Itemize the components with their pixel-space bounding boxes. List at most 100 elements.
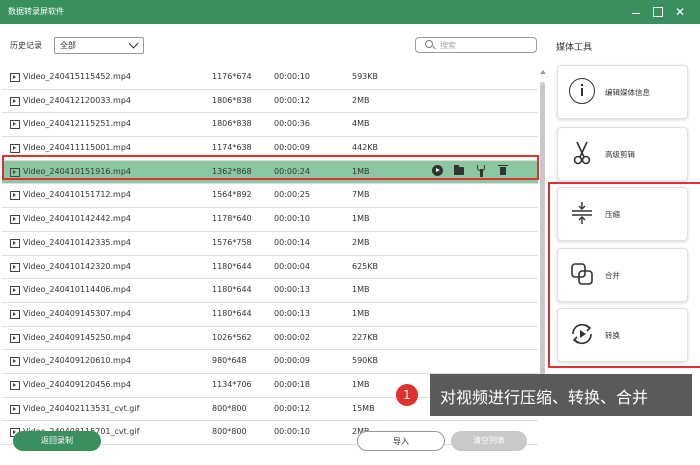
file-name: Video_240409145250.mp4 xyxy=(23,332,131,342)
file-duration: 00:00:09 xyxy=(274,143,310,153)
video-icon xyxy=(10,404,20,414)
file-resolution: 1178*640 xyxy=(212,214,252,224)
table-row[interactable]: Video_240415115452.mp4 1176*674 00:00:10 59… xyxy=(2,66,538,90)
file-size: 227KB xyxy=(352,332,379,342)
table-row[interactable]: Video_240410114406.mp4 1180*644 00:00:13 1M… xyxy=(2,279,538,303)
file-size: 1MB xyxy=(352,214,370,224)
file-size: 7MB xyxy=(352,190,370,200)
file-size: 442KB xyxy=(352,143,379,153)
video-icon xyxy=(10,286,20,296)
file-resolution: 1134*706 xyxy=(212,379,252,389)
file-duration: 00:00:04 xyxy=(274,261,310,271)
video-icon xyxy=(10,380,20,390)
video-icon xyxy=(10,215,20,225)
file-size: 590KB xyxy=(352,356,379,366)
tool-card-edit-info[interactable]: 编辑媒体信息 xyxy=(557,65,688,119)
file-size: 2MB xyxy=(352,95,370,105)
file-duration: 00:00:14 xyxy=(274,237,310,247)
file-name: Video_240409120456.mp4 xyxy=(23,379,131,389)
file-duration: 00:00:36 xyxy=(274,119,310,129)
table-row[interactable]: Video_240410151712.mp4 1564*892 00:00:25 7M… xyxy=(2,184,538,209)
video-icon xyxy=(10,144,20,154)
scissors-icon xyxy=(573,141,591,165)
table-row[interactable]: Video_240412115251.mp4 1806*838 00:00:36 4M… xyxy=(2,113,538,138)
table-row[interactable]: Video_240412120033.mp4 1806*838 00:00:12 2M… xyxy=(2,90,538,114)
tool-card-advanced-cut[interactable]: 高级剪辑 xyxy=(557,127,688,181)
file-duration: 00:00:13 xyxy=(274,308,310,318)
scroll-up-icon[interactable] xyxy=(540,70,546,74)
minimize-icon[interactable] xyxy=(628,4,644,20)
file-size: 15MB xyxy=(352,403,375,413)
title-bar: 数据转录屏软件 ✕ xyxy=(0,0,700,24)
video-icon xyxy=(10,191,20,201)
import-button[interactable]: 导入 xyxy=(357,431,445,451)
history-label: 历史记录 xyxy=(10,41,42,50)
table-row[interactable]: Video_240410142442.mp4 1178*640 00:00:10 1M… xyxy=(2,208,538,232)
file-duration: 00:00:10 xyxy=(274,427,310,437)
file-size: 625KB xyxy=(352,261,379,271)
file-resolution: 1180*644 xyxy=(212,261,252,271)
video-icon xyxy=(10,357,20,367)
file-size: 1MB xyxy=(352,308,370,318)
file-name: Video_240409120610.mp4 xyxy=(23,356,131,366)
file-duration: 00:00:10 xyxy=(274,214,310,224)
file-duration: 00:00:12 xyxy=(274,403,310,413)
video-icon xyxy=(10,238,20,248)
filter-value: 全部 xyxy=(60,41,76,50)
file-name: Video_240410142442.mp4 xyxy=(23,214,131,224)
maximize-icon[interactable] xyxy=(650,4,666,20)
annotation-text: 对视频进行压缩、转换、合并 xyxy=(440,388,649,407)
filter-select[interactable]: 全部 xyxy=(54,37,144,54)
file-duration: 00:00:09 xyxy=(274,356,310,366)
file-resolution: 1174*638 xyxy=(212,143,252,153)
file-duration: 00:00:02 xyxy=(274,332,310,342)
file-duration: 00:00:18 xyxy=(274,379,310,389)
table-row[interactable]: Video_240410142320.mp4 1180*644 00:00:04 62… xyxy=(2,256,538,280)
tools-highlight-box xyxy=(548,182,700,368)
video-icon xyxy=(10,73,20,82)
file-size: 593KB xyxy=(352,72,379,81)
close-icon[interactable]: ✕ xyxy=(672,4,688,20)
file-duration: 00:00:25 xyxy=(274,190,310,200)
file-resolution: 1564*892 xyxy=(212,190,252,200)
file-resolution: 1176*674 xyxy=(212,72,252,81)
file-name: Video_240411115001.mp4 xyxy=(23,143,131,153)
table-row[interactable]: Video_240409145250.mp4 1026*562 00:00:02 22… xyxy=(2,327,538,351)
file-resolution: 800*800 xyxy=(212,427,247,437)
step-badge: 1 xyxy=(396,384,418,406)
file-name: Video_240410151712.mp4 xyxy=(23,190,131,200)
search-placeholder: 搜索 xyxy=(440,41,456,50)
file-name: Video_240410114406.mp4 xyxy=(23,285,131,295)
file-resolution: 980*648 xyxy=(212,356,247,366)
scrollbar-thumb[interactable] xyxy=(540,82,545,400)
back-to-record-button[interactable]: 返回录制 xyxy=(13,431,101,451)
chevron-down-icon xyxy=(128,38,139,49)
file-name: Video_240415115452.mp4 xyxy=(23,72,131,81)
video-icon xyxy=(10,96,20,106)
search-icon xyxy=(425,40,433,48)
file-resolution: 1576*758 xyxy=(212,237,252,247)
file-size: 1MB xyxy=(352,285,370,295)
file-size: 2MB xyxy=(352,237,370,247)
annotation-callout: 对视频进行压缩、转换、合并 xyxy=(430,374,692,416)
table-row[interactable]: Video_240409145307.mp4 1180*644 00:00:13 1M… xyxy=(2,303,538,327)
file-duration: 00:00:13 xyxy=(274,285,310,295)
table-row[interactable]: Video_240410142335.mp4 1576*758 00:00:14 2M… xyxy=(2,232,538,256)
video-icon xyxy=(10,333,20,343)
search-input[interactable]: 搜索 xyxy=(415,37,537,53)
media-tools-title: 媒体工具 xyxy=(556,43,593,53)
file-resolution: 800*800 xyxy=(212,403,247,413)
file-name: Video_240410142335.mp4 xyxy=(23,237,131,247)
clear-list-button[interactable]: 清空列表 xyxy=(451,431,527,451)
file-resolution: 1806*838 xyxy=(212,119,252,129)
video-icon xyxy=(10,309,20,319)
file-name: Video_240410142320.mp4 xyxy=(23,261,131,271)
file-name: Video_240412120033.mp4 xyxy=(23,95,131,105)
file-resolution: 1180*644 xyxy=(212,285,252,295)
file-resolution: 1026*562 xyxy=(212,332,252,342)
table-row[interactable]: Video_240409120610.mp4 980*648 00:00:09 590… xyxy=(2,350,538,374)
file-name: Video_240412115251.mp4 xyxy=(23,119,131,129)
tool-label: 高级剪辑 xyxy=(605,150,635,159)
file-duration: 00:00:12 xyxy=(274,95,310,105)
window-title: 数据转录屏软件 xyxy=(8,7,64,16)
